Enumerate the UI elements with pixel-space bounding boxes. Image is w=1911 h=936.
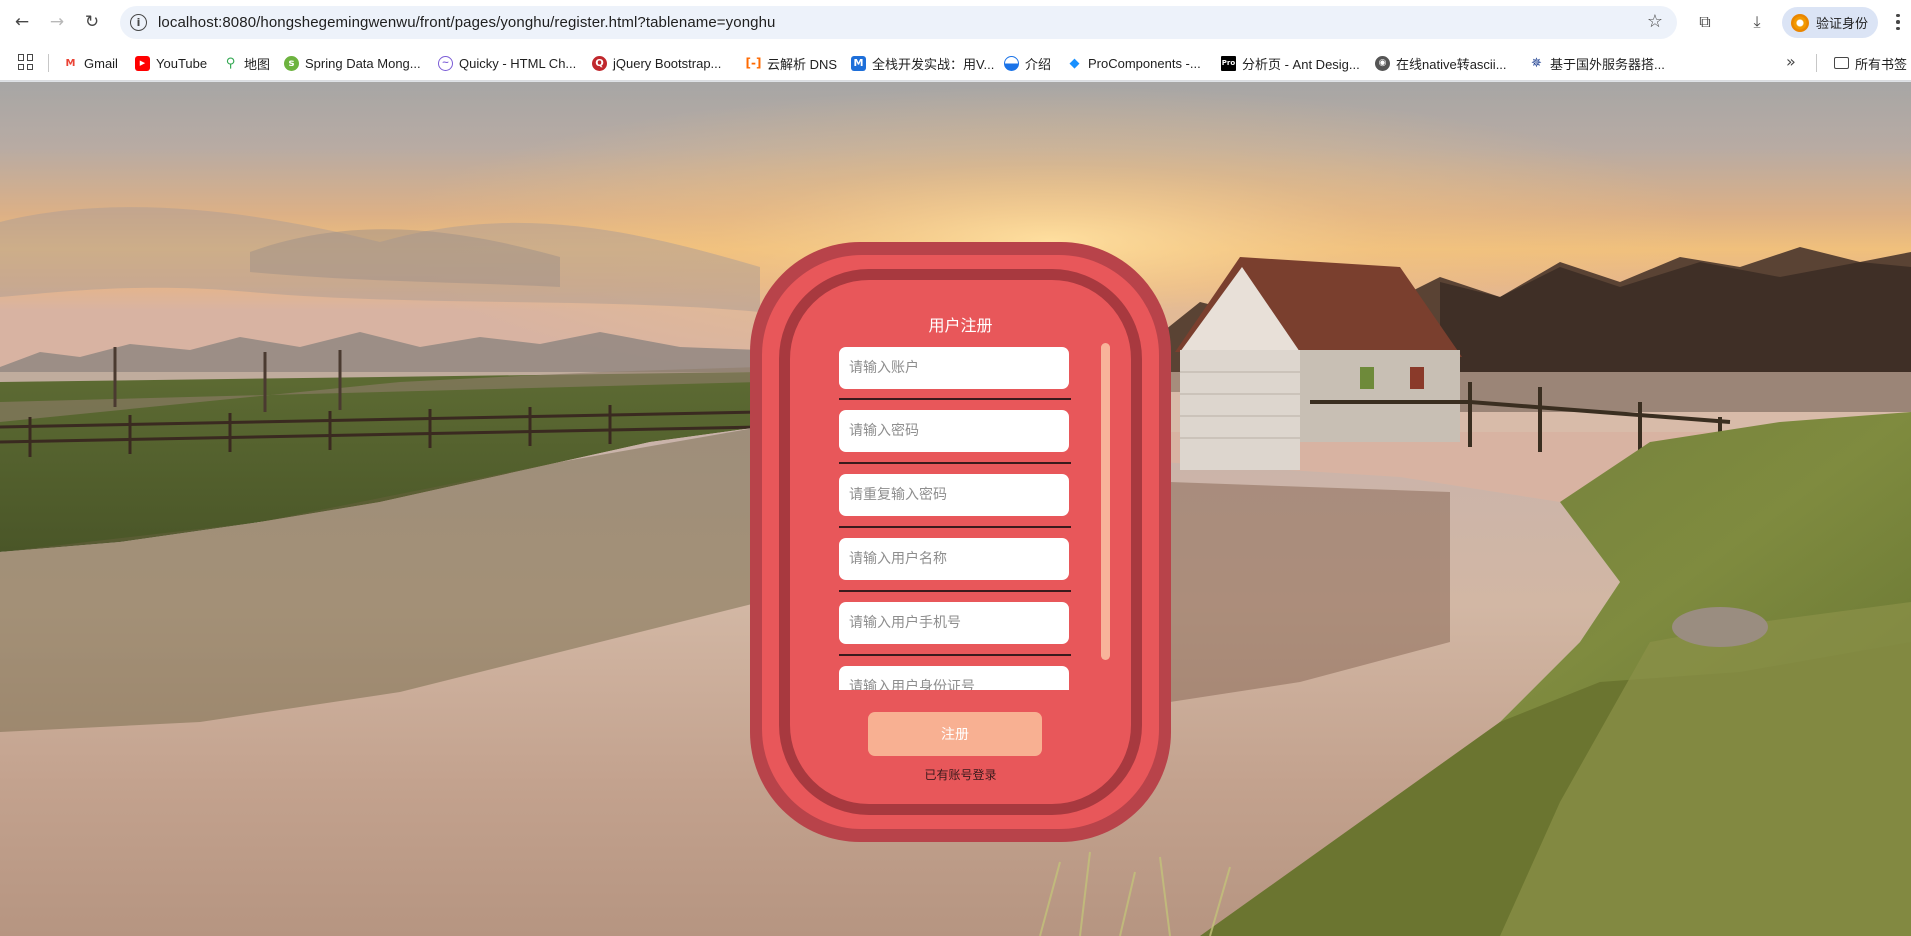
youtube-icon: ▶ xyxy=(135,55,150,71)
field-underline xyxy=(839,398,1071,400)
extensions-icon[interactable]: ⧉ xyxy=(1692,9,1718,35)
bookmark-label: 云解析 DNS xyxy=(767,56,838,72)
all-bookmarks-label: 所有书签 xyxy=(1855,56,1908,72)
field-underline xyxy=(839,462,1071,464)
password-input[interactable] xyxy=(839,410,1069,452)
address-url[interactable]: localhost:8080/hongshegemingwenwu/front/… xyxy=(158,14,775,31)
bookmark-jquery[interactable]: Q jQuery Bootstrap... xyxy=(592,53,721,73)
bookmark-ant-design[interactable]: Pro 分析页 - Ant Desig... xyxy=(1221,53,1360,73)
bookmark-aliyun-dns[interactable]: [-] 云解析 DNS xyxy=(745,53,838,73)
address-bar[interactable]: i localhost:8080/hongshegemingwenwu/fron… xyxy=(120,6,1677,39)
procomponents-icon: ◆ xyxy=(1069,55,1080,71)
quicky-icon: ~ xyxy=(438,55,453,71)
bookmark-maps[interactable]: ⚲ 地图 xyxy=(223,53,270,73)
maps-icon: ⚲ xyxy=(225,55,236,71)
world-icon: ◉ xyxy=(1375,55,1390,71)
phone-field[interactable] xyxy=(839,602,1069,644)
bookmark-star-icon[interactable]: ☆ xyxy=(1647,11,1663,32)
forward-icon[interactable]: → xyxy=(44,9,70,35)
username-field[interactable] xyxy=(839,538,1069,580)
bookmark-quicky[interactable]: ~ Quicky - HTML Ch... xyxy=(438,53,576,73)
login-link[interactable]: 已有账号登录 xyxy=(750,766,1171,783)
download-icon[interactable]: ⤓ xyxy=(1744,9,1770,35)
bookmark-procomponents[interactable]: ◆ ProComponents -... xyxy=(1067,53,1201,73)
password-field[interactable] xyxy=(839,410,1069,452)
folder-icon xyxy=(1834,57,1849,69)
chrome-menu-icon[interactable] xyxy=(1890,9,1906,35)
bookmark-gmail[interactable]: M Gmail xyxy=(63,53,118,73)
jquery-icon: Q xyxy=(592,55,607,71)
star-logo-icon: ✵ xyxy=(1531,55,1542,71)
field-underline xyxy=(839,526,1071,528)
bookmark-label: YouTube xyxy=(156,55,208,71)
register-form[interactable] xyxy=(839,347,1079,690)
bookmark-label: Gmail xyxy=(84,55,118,71)
bookmark-label: jQuery Bootstrap... xyxy=(613,55,722,71)
site-info-icon[interactable]: i xyxy=(130,14,147,31)
bookmark-label: 基于国外服务器搭... xyxy=(1550,56,1665,72)
browser-toolbar: ← → ↻ i localhost:8080/hongshegemingwenw… xyxy=(0,0,1911,44)
m-icon: M xyxy=(851,55,866,71)
account-input[interactable] xyxy=(839,347,1069,389)
apps-grid-icon[interactable] xyxy=(18,54,34,70)
bookmark-spring[interactable]: s Spring Data Mong... xyxy=(284,53,421,73)
bookmark-label: 分析页 - Ant Desig... xyxy=(1242,56,1360,72)
bookmark-label: 在线native转ascii... xyxy=(1396,56,1507,72)
field-underline xyxy=(839,590,1071,592)
more-bookmarks-icon[interactable]: » xyxy=(1786,52,1796,71)
bookmark-label: 介绍 xyxy=(1025,56,1052,72)
account-field[interactable] xyxy=(839,347,1069,389)
bookmark-fullstack[interactable]: M 全栈开发实战：用V... xyxy=(851,53,994,73)
register-button[interactable]: 注册 xyxy=(868,712,1042,756)
page-viewport: 用户注册 请输入账户 请输入用户名称 请输入用户手机号 请输入用户身份证号 注册… xyxy=(0,82,1911,936)
bookmark-intro[interactable]: 介绍 xyxy=(1004,53,1051,73)
register-title: 用户注册 xyxy=(928,316,993,335)
bookmark-label: 地图 xyxy=(244,56,271,72)
username-input[interactable] xyxy=(839,538,1069,580)
bookmarks-divider xyxy=(1816,54,1817,72)
profile-button[interactable]: 验证身份 xyxy=(1782,7,1878,38)
pro-icon: Pro xyxy=(1221,55,1236,71)
reload-icon[interactable]: ↻ xyxy=(79,9,105,35)
repeat-password-field[interactable] xyxy=(839,474,1069,516)
profile-label: 验证身份 xyxy=(1816,16,1869,31)
bookmarks-divider xyxy=(48,54,49,72)
aliyun-icon: [-] xyxy=(745,56,762,70)
globe-half-icon xyxy=(1004,55,1019,71)
id-card-input[interactable] xyxy=(839,666,1069,690)
phone-input[interactable] xyxy=(839,602,1069,644)
spring-icon: s xyxy=(284,55,299,71)
id-card-field[interactable] xyxy=(839,666,1069,690)
bookmarks-bar: M Gmail ▶ YouTube ⚲ 地图 s Spring Data Mon… xyxy=(0,44,1911,81)
bookmark-foreign-server[interactable]: ✵ 基于国外服务器搭... xyxy=(1529,53,1665,73)
back-icon[interactable]: ← xyxy=(9,9,35,35)
profile-avatar-icon xyxy=(1791,13,1809,32)
field-underline xyxy=(839,654,1071,656)
all-bookmarks[interactable]: 所有书签 xyxy=(1834,53,1907,73)
form-scrollbar[interactable] xyxy=(1101,343,1110,660)
bookmark-label: 全栈开发实战：用V... xyxy=(872,56,995,72)
gmail-icon: M xyxy=(65,57,76,69)
register-card: 用户注册 请输入账户 请输入用户名称 请输入用户手机号 请输入用户身份证号 注册… xyxy=(750,242,1171,842)
bookmark-label: Spring Data Mong... xyxy=(305,55,421,71)
bookmark-label: ProComponents -... xyxy=(1088,55,1201,71)
bookmark-label: Quicky - HTML Ch... xyxy=(459,55,577,71)
repeat-password-input[interactable] xyxy=(839,474,1069,516)
bookmark-youtube[interactable]: ▶ YouTube xyxy=(135,53,207,73)
bookmark-native-ascii[interactable]: ◉ 在线native转ascii... xyxy=(1375,53,1507,73)
